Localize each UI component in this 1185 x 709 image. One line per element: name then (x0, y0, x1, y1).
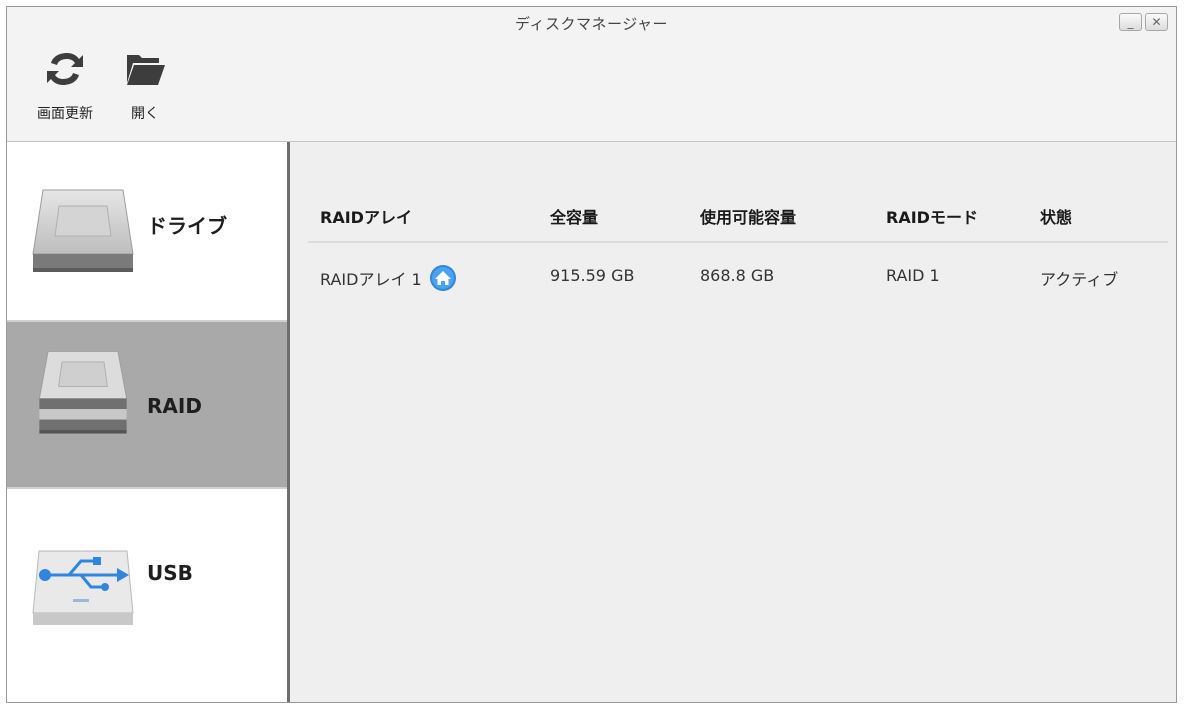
column-header-status: 状態 (1040, 208, 1073, 227)
header-divider (308, 241, 1168, 243)
open-label: 開く (131, 106, 159, 122)
raid-table: RAIDアレイ 全容量 使用可能容量 RAIDモード 状態 RAIDアレイ 1 … (290, 142, 1176, 702)
folder-icon (127, 55, 165, 85)
minimize-icon: _ (1127, 15, 1134, 29)
close-icon: ✕ (1151, 15, 1162, 29)
window-controls: _ ✕ (1119, 13, 1168, 31)
disk-manager-window: ディスクマネージャー _ ✕ 画面更新 開く ドライブ RAID USB RAI… (6, 6, 1177, 703)
sidebar-item-drive[interactable]: ドライブ (7, 142, 287, 322)
column-header-available-capacity: 使用可能容量 (700, 208, 797, 227)
minimize-button[interactable]: _ (1119, 13, 1142, 31)
sidebar-item-label: RAID (147, 394, 202, 418)
column-header-raid-mode: RAIDモード (886, 208, 978, 227)
sidebar: ドライブ RAID USB (7, 142, 287, 702)
home-icon (429, 264, 456, 291)
raid-mode-cell: RAID 1 (886, 266, 940, 285)
column-header-total-capacity: 全容量 (550, 208, 599, 227)
raid-array-name: RAIDアレイ 1 (320, 270, 422, 289)
status-cell: アクティブ (1040, 270, 1119, 289)
open-button[interactable]: 開く (123, 47, 167, 123)
window-title: ディスクマネージャー (515, 15, 668, 33)
sidebar-item-label: ドライブ (147, 214, 227, 238)
usb-icon (32, 550, 134, 625)
sidebar-item-raid[interactable]: RAID (7, 322, 287, 489)
refresh-label: 画面更新 (37, 106, 93, 122)
available-capacity-cell: 868.8 GB (700, 266, 775, 285)
sidebar-item-usb[interactable]: USB (7, 489, 287, 702)
column-header-raid-array: RAIDアレイ (320, 208, 412, 227)
raid-array-name-cell: RAIDアレイ 1 (320, 264, 457, 292)
sidebar-item-label: USB (147, 561, 193, 585)
drive-icon (32, 189, 134, 272)
raid-icon (38, 351, 128, 434)
close-button[interactable]: ✕ (1145, 13, 1168, 31)
refresh-icon (47, 53, 83, 85)
total-capacity-cell: 915.59 GB (550, 266, 635, 285)
refresh-button[interactable]: 画面更新 (37, 47, 93, 123)
title-toolbar-area: ディスクマネージャー _ ✕ 画面更新 開く (7, 7, 1176, 142)
